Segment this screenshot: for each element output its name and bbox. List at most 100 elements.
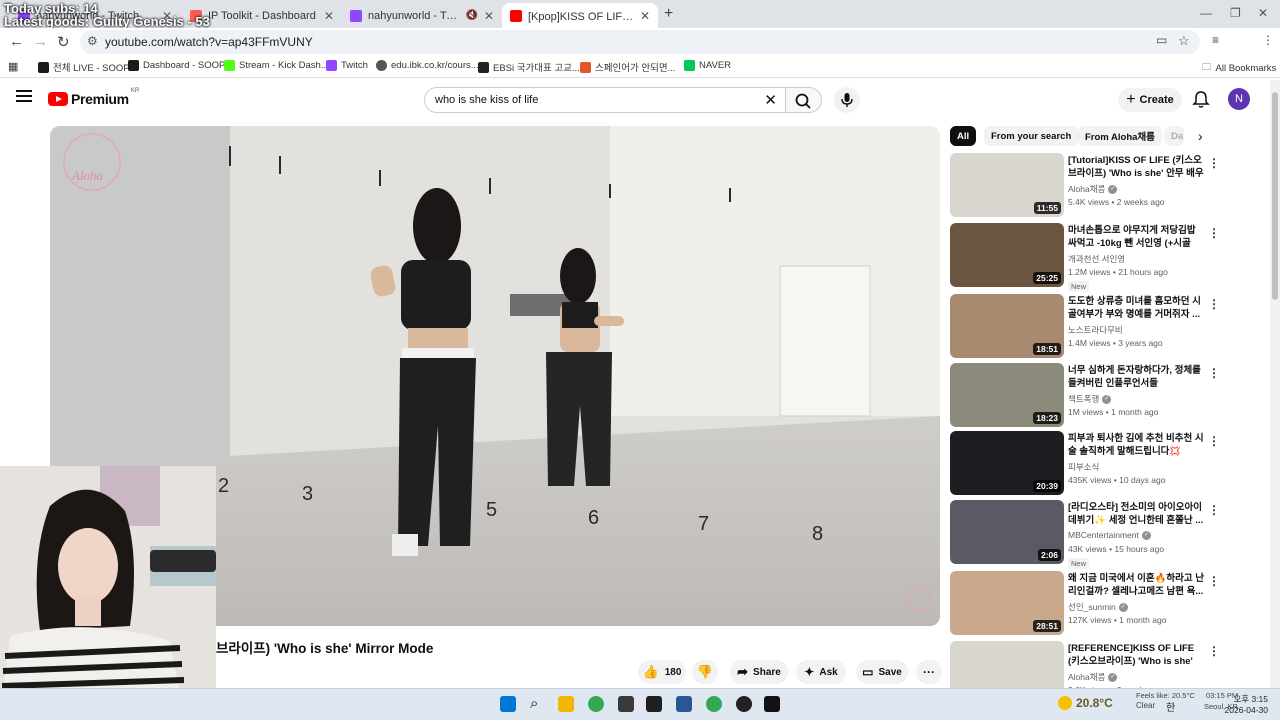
recommendation-channel[interactable]: 책트폭행 ✓	[1068, 393, 1112, 405]
app-icon[interactable]	[676, 696, 692, 712]
user-avatar[interactable]: N	[1228, 88, 1250, 110]
chip-partial[interactable]: Da	[1164, 126, 1184, 146]
cast-icon[interactable]: ▭	[1156, 33, 1167, 47]
windows-start-icon[interactable]	[500, 696, 516, 712]
save-button[interactable]: ▭ Save	[856, 660, 908, 684]
page-scrollbar-thumb[interactable]	[1272, 92, 1278, 300]
recommendation-channel[interactable]: 개과천선 서인영	[1068, 253, 1125, 265]
bookmark-star-icon[interactable]: ☆	[1178, 33, 1190, 49]
hamburger-menu-icon[interactable]	[16, 90, 32, 102]
recommendation-channel[interactable]: MBCentertainment ✓	[1068, 530, 1151, 540]
recommendation-channel[interactable]: Aloha채름 ✓	[1068, 671, 1118, 683]
search-icon[interactable]: ⌕	[530, 696, 546, 712]
video-thumbnail[interactable]: 2:06	[950, 500, 1064, 564]
more-vert-icon[interactable]: ⋮	[1208, 434, 1220, 448]
apps-grid-icon[interactable]: ▦	[8, 60, 18, 73]
clear-search-icon[interactable]: ✕	[764, 91, 777, 109]
bookmark-item[interactable]: 스페인어가 안되면...	[580, 60, 675, 74]
video-thumbnail[interactable]: 18:23	[950, 363, 1064, 427]
recommendation-channel[interactable]: 노스트라다무비	[1068, 324, 1123, 336]
app-icon[interactable]	[646, 696, 662, 712]
recommendation-title[interactable]: 너무 심하게 돈자랑하다가, 정체를 들켜버린 인플루언서들	[1068, 364, 1204, 390]
more-vert-icon[interactable]: ⋮	[1208, 366, 1220, 380]
notepad-icon[interactable]	[618, 696, 634, 712]
recommendation-item[interactable]: 28:51 왜 지금 미국에서 이혼🔥하라고 난리인걸까? 셀레나고메즈 남편 욕…	[950, 571, 1222, 637]
ask-button[interactable]: ✦ Ask	[796, 660, 846, 684]
recommendation-channel[interactable]: 선인_sunmin ✓	[1068, 601, 1128, 613]
reading-list-icon[interactable]: ≡	[1212, 33, 1219, 47]
chip-from-your-search[interactable]: From your search	[984, 126, 1079, 146]
minimize-icon[interactable]: —	[1200, 6, 1212, 20]
site-info-icon[interactable]: ⚙	[87, 34, 98, 48]
bookmark-item[interactable]: NAVER	[684, 60, 731, 71]
recommendation-title[interactable]: 마녀손톱으로 야무지게 저당김밥 싸먹고 -10kg 뺀 서인영 (+시골틴..…	[1068, 224, 1204, 250]
chip-from-channel[interactable]: From Aloha채름	[1078, 126, 1162, 146]
search-button[interactable]	[786, 87, 822, 113]
create-button[interactable]: + Create	[1118, 88, 1182, 112]
all-bookmarks[interactable]: 🗀 All Bookmarks	[1202, 60, 1276, 76]
obs-icon[interactable]	[736, 696, 752, 712]
video-thumbnail[interactable]: 20:39	[950, 431, 1064, 495]
reload-icon[interactable]: ↻	[57, 33, 70, 51]
video-thumbnail[interactable]: 11:55	[950, 153, 1064, 217]
search-input[interactable]: who is she kiss of life	[435, 94, 538, 106]
maximize-icon[interactable]: ❐	[1230, 6, 1241, 20]
more-vert-icon[interactable]: ⋮	[1208, 644, 1220, 658]
youtube-logo[interactable]: Premium KR	[48, 88, 139, 107]
search-box[interactable]: who is she kiss of life ✕	[424, 87, 786, 113]
weather-widget[interactable]: 20.8°C	[1058, 696, 1113, 710]
close-icon[interactable]: ✕	[484, 9, 494, 23]
close-icon[interactable]: ✕	[324, 9, 334, 23]
more-vert-icon[interactable]: ⋮	[1208, 297, 1220, 311]
recommendation-title[interactable]: 왜 지금 미국에서 이혼🔥하라고 난리인걸까? 셀레나고메즈 남편 욕...	[1068, 572, 1204, 598]
browser-tab[interactable]: nahyunworld - Twitch 🔇 ✕	[342, 3, 502, 28]
chip-all[interactable]: All	[950, 126, 977, 146]
more-vert-icon[interactable]: ⋮	[1208, 226, 1220, 240]
voice-search-button[interactable]	[834, 87, 860, 113]
notifications-bell-icon[interactable]	[1192, 90, 1210, 115]
file-explorer-icon[interactable]	[558, 696, 574, 712]
bookmark-item[interactable]: Dashboard - SOOP	[128, 60, 225, 71]
recommendation-item[interactable]: 18:51 도도한 상류층 미녀를 흠모하던 시골여부가 부와 명예를 거머쥐자 …	[950, 294, 1222, 360]
menu-kebab-icon[interactable]: ⋮	[1262, 33, 1274, 47]
input-language[interactable]: 한	[1166, 699, 1175, 714]
like-button[interactable]: 👍 180	[638, 660, 686, 684]
back-icon[interactable]: ←	[9, 33, 24, 50]
new-tab-button[interactable]: +	[664, 5, 673, 23]
more-actions-button[interactable]: ···	[916, 660, 942, 684]
url-text[interactable]: youtube.com/watch?v=ap43FFmVUNY	[105, 35, 313, 49]
app-icon[interactable]	[764, 696, 780, 712]
recommendation-channel[interactable]: Aloha채름 ✓	[1068, 183, 1118, 195]
recommendation-title[interactable]: [라디오스타] 전소미의 아이오아이 데뷔기✨ 세정 언니한테 혼쫄난 ...	[1068, 501, 1204, 527]
system-clock[interactable]: 오후 3:15 2026-04-30	[1225, 694, 1268, 716]
recommendation-title[interactable]: 피부과 퇴사한 김에 추천 비추천 시술 솔직하게 말해드립니다💢	[1068, 432, 1204, 458]
video-thumbnail[interactable]: 28:51	[950, 571, 1064, 635]
recommendation-item[interactable]: 11:55 [Tutorial]KISS OF LIFE (키스오브라이프) 'W…	[950, 153, 1222, 219]
chrome-profile-icon[interactable]	[706, 696, 722, 712]
dislike-button[interactable]: 👎	[692, 660, 718, 684]
recommendation-item[interactable]: 20:39 피부과 퇴사한 김에 추천 비추천 시술 솔직하게 말해드립니다💢 피부…	[950, 431, 1222, 497]
video-thumbnail[interactable]: 25:25	[950, 223, 1064, 287]
chrome-icon[interactable]	[588, 696, 604, 712]
omnibox[interactable]: ⚙ youtube.com/watch?v=ap43FFmVUNY	[80, 30, 1200, 54]
bookmark-item[interactable]: Stream - Kick Dash...	[224, 60, 329, 71]
bookmark-item[interactable]: Twitch	[326, 60, 368, 71]
close-icon[interactable]: ✕	[640, 9, 650, 23]
recommendation-title[interactable]: [REFERENCE]KISS OF LIFE (키스오브라이프) 'Who i…	[1068, 642, 1204, 668]
recommendation-item[interactable]: 2:06 [라디오스타] 전소미의 아이오아이 데뷔기✨ 세정 언니한테 혼쫄난 …	[950, 500, 1222, 569]
browser-tab-active[interactable]: [Kpop]KISS OF LIFE (키스오브 ✕	[502, 3, 658, 28]
bookmark-item[interactable]: edu.ibk.co.kr/cours...	[376, 60, 479, 71]
recommendation-item[interactable]: 25:25 마녀손톱으로 야무지게 저당김밥 싸먹고 -10kg 뺀 서인영 (+…	[950, 223, 1222, 292]
share-button[interactable]: ➦ Share	[730, 660, 788, 684]
recommendation-title[interactable]: 도도한 상류층 미녀를 흠모하던 시골여부가 부와 명예를 거머쥐자 ...	[1068, 295, 1204, 321]
recommendation-title[interactable]: [Tutorial]KISS OF LIFE (키스오브라이프) 'Who is…	[1068, 154, 1204, 180]
mute-icon[interactable]: 🔇	[465, 10, 477, 21]
window-close-icon[interactable]: ✕	[1258, 6, 1268, 20]
more-vert-icon[interactable]: ⋮	[1208, 503, 1220, 517]
forward-icon[interactable]: →	[33, 33, 48, 50]
recommendation-channel[interactable]: 피부소식	[1068, 461, 1099, 473]
more-vert-icon[interactable]: ⋮	[1208, 156, 1220, 170]
video-thumbnail[interactable]: 18:51	[950, 294, 1064, 358]
chevron-right-icon[interactable]: ›	[1198, 128, 1203, 144]
more-vert-icon[interactable]: ⋮	[1208, 574, 1220, 588]
